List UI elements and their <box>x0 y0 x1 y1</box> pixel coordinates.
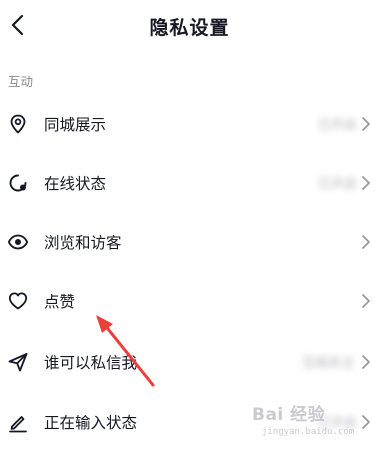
chevron-right-icon <box>362 355 370 369</box>
settings-row-likes[interactable]: 点赞 <box>0 273 379 331</box>
chevron-right-icon <box>362 176 370 190</box>
settings-row-label: 正在输入状态 <box>44 414 138 432</box>
settings-row-label: 浏览和访客 <box>44 234 122 252</box>
chevron-right-icon <box>362 294 370 308</box>
settings-row-online-status[interactable]: 在线状态 已开启 <box>0 155 379 213</box>
settings-row-views-visitors[interactable]: 浏览和访客 <box>0 214 379 272</box>
chevron-right-icon <box>362 117 370 131</box>
pencil-icon <box>9 416 27 433</box>
chevron-right-icon <box>362 415 370 429</box>
send-icon <box>8 353 28 372</box>
settings-row-value: 已开启 <box>318 177 358 192</box>
heart-icon <box>8 292 28 310</box>
page-title: 隐私设置 <box>149 17 230 39</box>
chevron-right-icon <box>362 235 370 249</box>
watermark-url: jingyan.baidu.com <box>262 427 355 437</box>
watermark-text: Bai 经验 <box>252 405 326 425</box>
eye-icon <box>7 234 29 250</box>
settings-row-label: 在线状态 <box>44 175 107 193</box>
online-status-icon <box>9 174 27 192</box>
settings-row-nearby[interactable]: 同城展示 已开启 <box>0 96 379 154</box>
settings-row-who-can-message[interactable]: 谁可以私信我 互相关注 <box>0 334 379 392</box>
section-label-interaction: 互动 <box>8 74 34 89</box>
header-bar: 隐私设置 <box>0 0 379 52</box>
settings-row-value: 已开启 <box>318 118 358 133</box>
settings-row-value: 互相关注 <box>302 356 355 371</box>
settings-row-label: 谁可以私信我 <box>44 354 138 372</box>
settings-row-label: 点赞 <box>44 293 76 311</box>
settings-row-label: 同城展示 <box>44 116 107 134</box>
location-pin-icon <box>10 114 26 134</box>
